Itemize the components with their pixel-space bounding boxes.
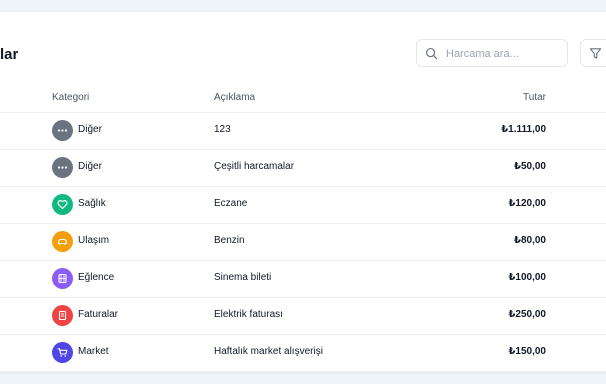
more-icon [52, 120, 73, 141]
row-description: Eczane [214, 198, 248, 209]
row-amount: ₺50,00 [514, 161, 546, 172]
table-row[interactable]: Eğlence Sinema bileti ₺100,00 [0, 260, 606, 298]
row-amount: ₺80,00 [514, 235, 546, 246]
table-row[interactable]: Market Haftalık market alışverişi ₺150,00 [0, 334, 606, 372]
table-row[interactable]: Faturalar Elektrik faturası ₺250,00 [0, 297, 606, 335]
column-header-category[interactable]: Kategori [52, 92, 89, 103]
row-description: Çeşitli harcamalar [214, 161, 295, 172]
table-row[interactable]: Sağlık Eczane ₺120,00 [0, 186, 606, 224]
column-header-amount[interactable]: Tutar [523, 92, 546, 103]
receipt-icon [52, 305, 73, 326]
row-description: 123 [214, 124, 231, 135]
column-header-description[interactable]: Açıklama [214, 92, 255, 103]
row-description: Sinema bileti [214, 272, 272, 283]
row-description: Haftalık market alışverişi [214, 346, 323, 357]
filter-button[interactable] [580, 39, 606, 67]
row-category: Diğer [78, 161, 102, 172]
more-icon [52, 157, 73, 178]
row-category: Sağlık [78, 198, 106, 209]
row-category: Ulaşım [78, 235, 110, 246]
row-description: Elektrik faturası [214, 309, 283, 320]
row-amount: ₺100,00 [508, 272, 546, 283]
film-icon [52, 268, 73, 289]
table-row[interactable]: Ulaşım Benzin ₺80,00 [0, 223, 606, 261]
table-row[interactable]: Diğer Çeşitli harcamalar ₺50,00 [0, 149, 606, 187]
row-amount: ₺120,00 [508, 198, 546, 209]
row-amount: ₺150,00 [508, 346, 546, 357]
row-category: Diğer [78, 124, 102, 135]
expenses-card: lar Kategori Açıklama Tutar Diğer 123 ₺1.1… [0, 12, 606, 372]
page-title: lar [0, 46, 19, 63]
row-category: Eğlence [78, 272, 115, 283]
search-box[interactable] [416, 39, 568, 67]
table-header: Kategori Açıklama Tutar [0, 86, 606, 113]
filter-icon [589, 48, 602, 59]
row-amount: ₺1.111,00 [501, 124, 546, 135]
row-description: Benzin [214, 235, 245, 246]
table-row[interactable]: Diğer 123 ₺1.111,00 [0, 112, 606, 150]
row-category: Market [78, 346, 109, 357]
search-input[interactable] [444, 44, 566, 64]
search-icon [425, 47, 438, 60]
row-category: Faturalar [78, 309, 119, 320]
car-icon [52, 231, 73, 252]
row-amount: ₺250,00 [508, 309, 546, 320]
heart-icon [52, 194, 73, 215]
cart-icon [52, 342, 73, 363]
